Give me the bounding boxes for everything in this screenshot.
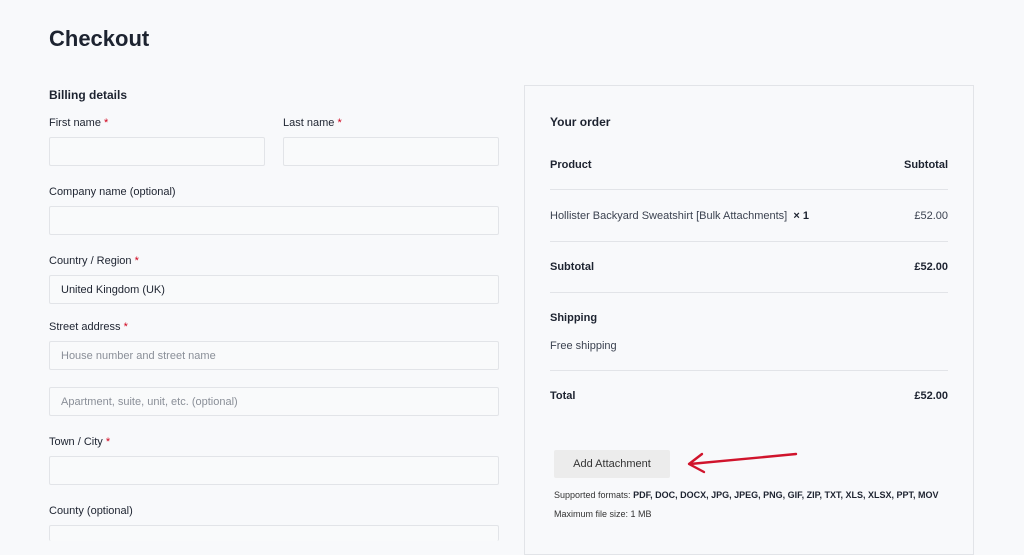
supported-formats-prefix: Supported formats: <box>554 490 631 500</box>
first-name-label-text: First name <box>49 117 101 129</box>
required-mark: * <box>104 117 109 129</box>
street-address-placeholder: House number and street name <box>61 349 216 362</box>
order-item-qty: × 1 <box>793 210 809 222</box>
street-label-text: Street address <box>49 321 121 333</box>
last-name-label-text: Last name <box>283 117 335 129</box>
company-label: Company name (optional) <box>49 186 176 198</box>
required-mark: * <box>105 436 111 448</box>
street-address-input[interactable]: House number and street name <box>49 341 499 370</box>
billing-title: Billing details <box>49 88 128 102</box>
town-label-text: Town / City <box>49 436 103 448</box>
town-label: Town / City * <box>49 436 110 448</box>
order-item-name: Hollister Backyard Sweatshirt [Bulk Atta… <box>550 210 788 222</box>
required-mark: * <box>123 321 128 333</box>
country-value: United Kingdom (UK) <box>61 283 165 296</box>
county-label-text: County (optional) <box>49 505 133 517</box>
county-label: County (optional) <box>49 505 133 517</box>
county-input[interactable] <box>49 525 499 541</box>
order-item-row: Hollister Backyard Sweatshirt [Bulk Atta… <box>550 210 809 222</box>
company-input[interactable] <box>49 206 499 235</box>
order-title: Your order <box>550 115 611 129</box>
country-label-text: Country / Region <box>49 255 132 267</box>
company-label-text: Company name (optional) <box>49 186 176 198</box>
town-input[interactable] <box>49 456 499 485</box>
supported-formats: Supported formats: PDF, DOC, DOCX, JPG, … <box>554 490 938 500</box>
required-mark: * <box>337 117 342 129</box>
country-select[interactable]: United Kingdom (UK) <box>49 275 499 304</box>
first-name-label: First name * <box>49 117 108 129</box>
supported-formats-list: PDF, DOC, DOCX, JPG, JPEG, PNG, GIF, ZIP… <box>633 490 939 500</box>
street-address-2-placeholder: Apartment, suite, unit, etc. (optional) <box>61 395 238 408</box>
product-column-header: Product <box>550 159 592 171</box>
subtotal-label: Subtotal <box>550 261 594 273</box>
last-name-input[interactable] <box>283 137 499 166</box>
total-label: Total <box>550 390 576 402</box>
shipping-label: Shipping <box>550 312 598 324</box>
shipping-value: Free shipping <box>550 340 617 352</box>
order-divider <box>550 189 948 190</box>
subtotal-column-header: Subtotal <box>904 159 948 171</box>
street-address-2-input[interactable]: Apartment, suite, unit, etc. (optional) <box>49 387 499 416</box>
add-attachment-button[interactable]: Add Attachment <box>554 450 670 478</box>
last-name-label: Last name * <box>283 117 342 129</box>
order-item-price: £52.00 <box>914 210 948 222</box>
subtotal-value: £52.00 <box>914 261 948 273</box>
street-label: Street address * <box>49 321 128 333</box>
max-file-size: Maximum file size: 1 MB <box>554 509 652 519</box>
arrow-left-icon <box>687 452 798 474</box>
required-mark: * <box>134 255 139 267</box>
total-value: £52.00 <box>914 390 948 402</box>
page-title: Checkout <box>49 26 150 51</box>
order-divider <box>550 241 948 242</box>
first-name-input[interactable] <box>49 137 265 166</box>
order-divider <box>550 292 948 293</box>
order-divider <box>550 370 948 371</box>
country-label: Country / Region * <box>49 255 139 267</box>
